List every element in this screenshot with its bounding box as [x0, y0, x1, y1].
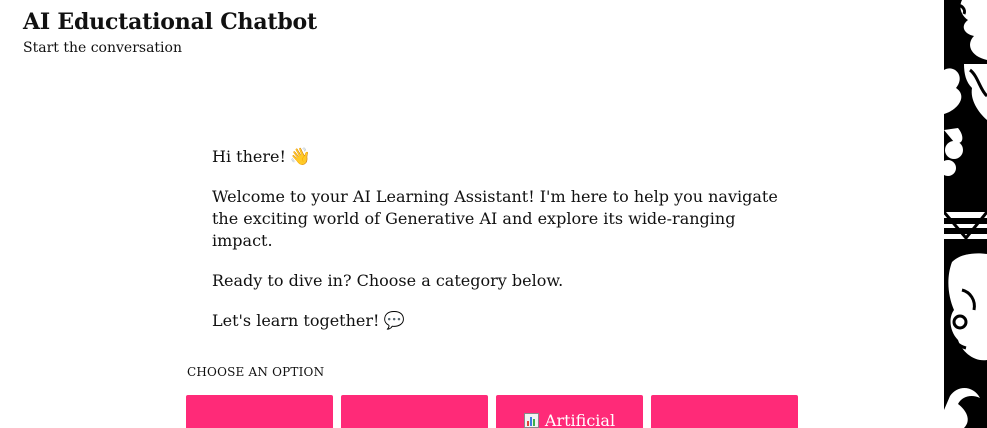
faces-illustration: [944, 0, 987, 428]
option-button-1[interactable]: [186, 395, 333, 428]
option-button-2[interactable]: [341, 395, 488, 428]
greeting-line: Hi there! 👋: [212, 146, 787, 168]
option-button-4[interactable]: [651, 395, 798, 428]
option-buttons: Artificial: [186, 395, 798, 428]
waving-hand-icon: 👋: [289, 147, 312, 167]
welcome-text: Welcome to your AI Learning Assistant! I…: [212, 187, 778, 250]
app-title: AI Eductational Chatbot: [23, 9, 317, 35]
chat-page: AI Eductational Chatbot Start the conver…: [0, 0, 987, 428]
option-button-label: Artificial: [544, 411, 616, 428]
bot-welcome-message: Hi there! 👋 Welcome to your AI Learning A…: [212, 146, 787, 350]
bar-chart-icon: [523, 413, 539, 428]
app-subtitle: Start the conversation: [23, 40, 182, 56]
decorative-illustration: [944, 0, 987, 428]
prompt-text: Ready to dive in? Choose a category belo…: [212, 271, 564, 290]
closing-line: Let's learn together! 💬: [212, 310, 787, 332]
greeting-text: Hi there!: [212, 147, 286, 166]
option-button-artificial[interactable]: Artificial: [496, 395, 643, 428]
closing-text: Let's learn together!: [212, 311, 380, 330]
header: AI Eductational Chatbot Start the conver…: [23, 6, 317, 58]
options-label: CHOOSE AN OPTION: [187, 365, 325, 379]
speech-bubble-icon: 💬: [383, 311, 405, 331]
